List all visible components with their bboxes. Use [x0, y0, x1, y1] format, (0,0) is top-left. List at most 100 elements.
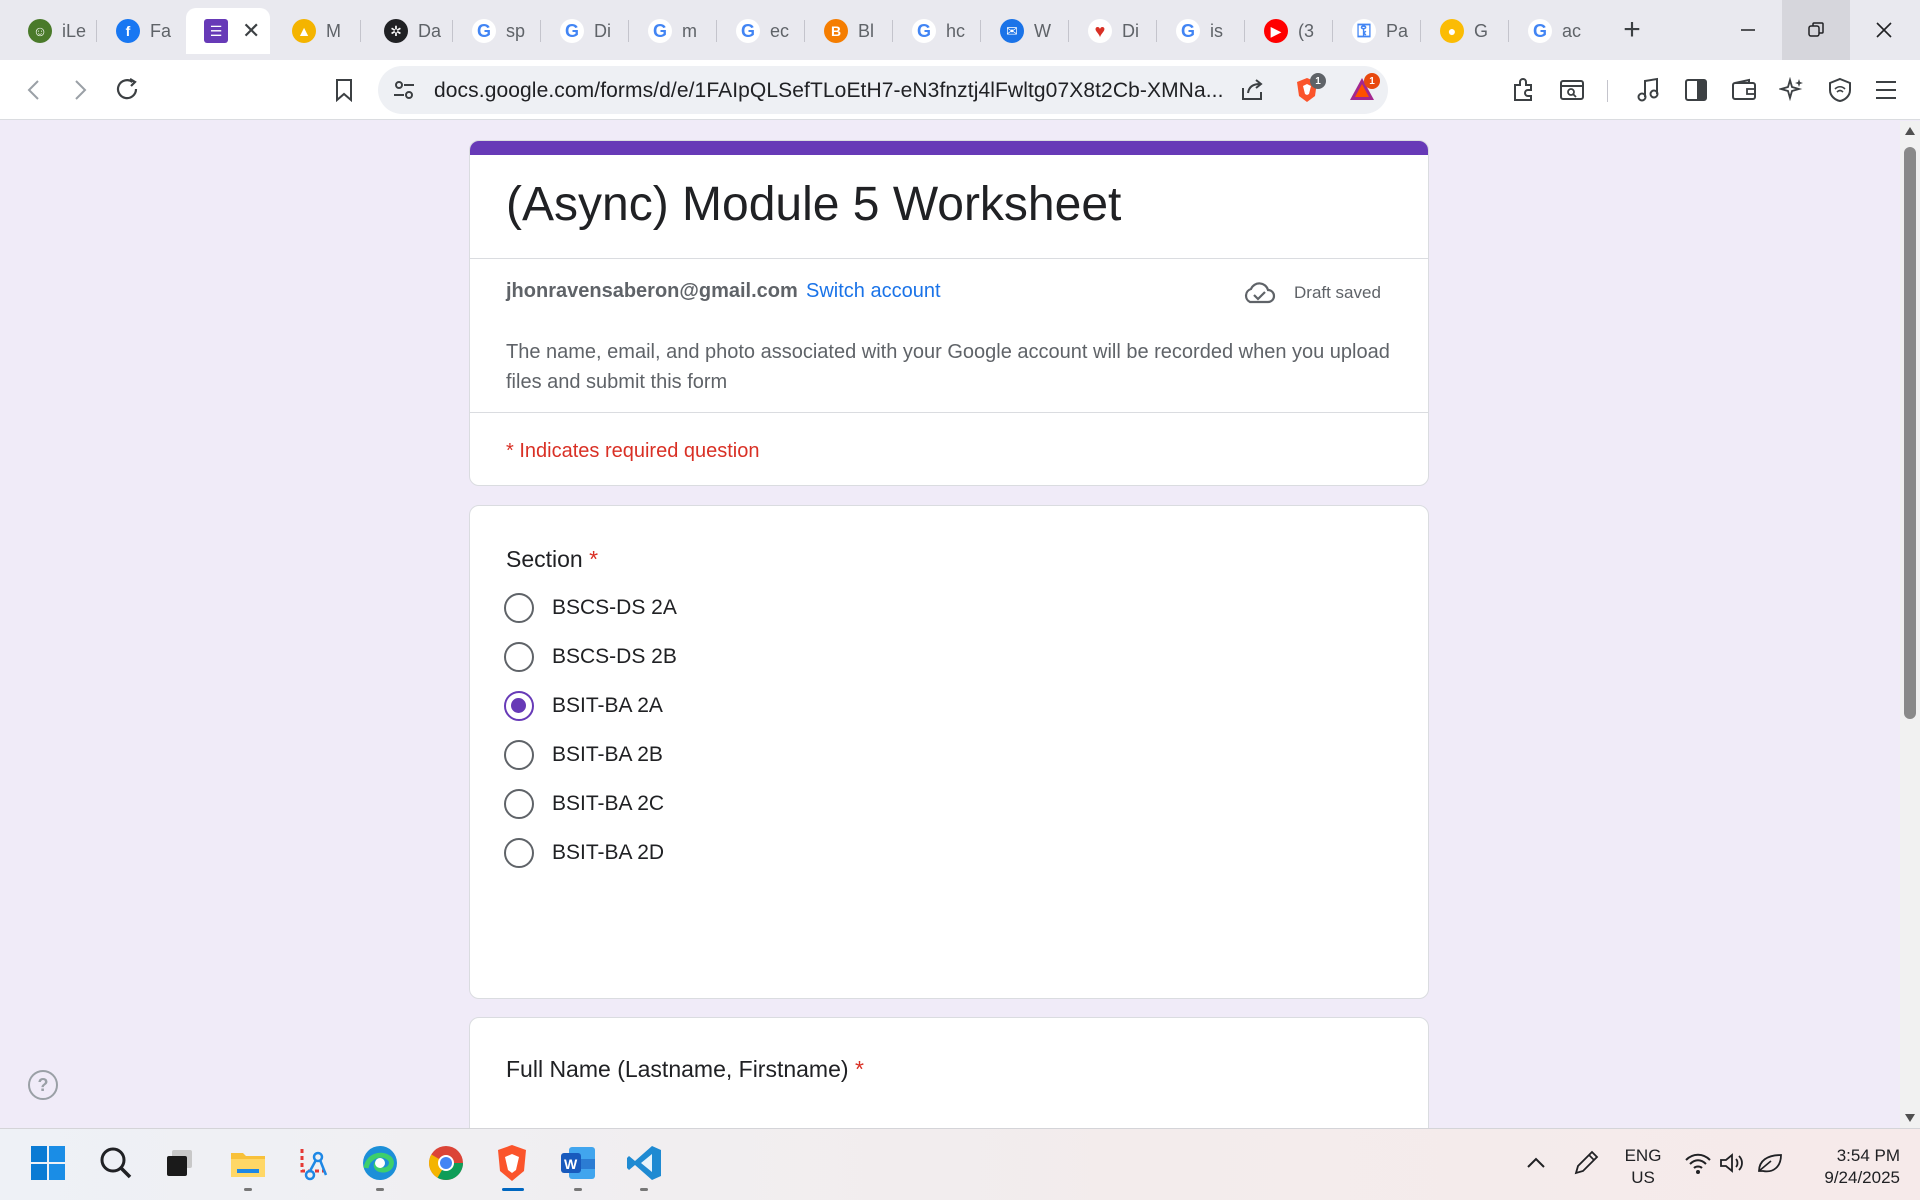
tab-title: Fa — [150, 20, 172, 41]
browser-tab[interactable]: ▶ (3 — [1246, 8, 1328, 54]
help-button[interactable]: ? — [28, 1070, 58, 1100]
pen-menu-button[interactable] — [1564, 1141, 1608, 1185]
browser-tab[interactable]: ▲ M — [274, 8, 356, 54]
tab-title: hc — [946, 20, 966, 41]
google-icon: G — [1176, 19, 1200, 43]
switch-account-link[interactable]: Switch account — [806, 280, 941, 303]
music-note-icon — [1637, 77, 1659, 102]
snipping-tool-button[interactable] — [292, 1141, 336, 1185]
scroll-up-arrow-icon[interactable] — [1905, 127, 1915, 135]
radio-button[interactable] — [504, 789, 534, 819]
radio-button[interactable] — [504, 740, 534, 770]
file-explorer-button[interactable] — [226, 1141, 270, 1191]
browser-tab[interactable]: ☰ ✕ — [186, 8, 270, 54]
system-clock[interactable]: 3:54 PM 9/24/2025 — [1790, 1145, 1900, 1189]
back-button[interactable] — [16, 72, 52, 108]
browser-tab[interactable]: Gec — [718, 8, 800, 54]
browser-tab[interactable]: G Di — [542, 8, 624, 54]
close-window-button[interactable] — [1850, 0, 1918, 60]
active-indicator — [502, 1188, 524, 1191]
share-icon[interactable] — [1240, 78, 1266, 107]
input-language-indicator[interactable]: ENG US — [1618, 1145, 1668, 1189]
browser-tab[interactable]: ♥ Di — [1070, 8, 1152, 54]
browser-tab[interactable]: Gac — [1510, 8, 1592, 54]
radio-button-checked[interactable] — [504, 691, 534, 721]
radio-option[interactable]: BSIT-BA 2C — [504, 784, 664, 824]
radio-option[interactable]: BSIT-BA 2B — [504, 735, 663, 775]
word-button[interactable]: W — [556, 1141, 600, 1191]
browser-tab[interactable]: ☺ iLe — [10, 8, 92, 54]
browser-tab[interactable]: Ghc — [894, 8, 976, 54]
reload-button[interactable] — [110, 72, 146, 108]
search-button[interactable] — [94, 1141, 138, 1185]
brave-browser-button[interactable] — [490, 1141, 534, 1191]
browser-tab[interactable]: Gm — [630, 8, 712, 54]
vpn-button[interactable] — [1822, 72, 1858, 108]
tab-separator — [540, 20, 541, 42]
radio-button[interactable] — [504, 838, 534, 868]
browser-tab[interactable]: Gsp — [454, 8, 536, 54]
scroll-thumb[interactable] — [1904, 147, 1916, 719]
extensions-button[interactable] — [1506, 72, 1542, 108]
address-bar[interactable]: docs.google.com/forms/d/e/1FAIpQLSefTLoE… — [378, 66, 1388, 114]
close-tab-icon[interactable]: ✕ — [242, 20, 260, 42]
brave-rewards-icon[interactable]: 1 — [1348, 73, 1380, 107]
tab-separator — [804, 20, 805, 42]
pen-icon — [1574, 1150, 1599, 1175]
tab-search-icon — [1560, 80, 1584, 100]
browser-tab[interactable]: ⚿ Pa — [1334, 8, 1416, 54]
browser-tab[interactable]: f Fa — [98, 8, 180, 54]
browser-tab[interactable]: B Bl — [806, 8, 888, 54]
radio-option[interactable]: BSCS-DS 2A — [504, 588, 677, 628]
tab-title: ec — [770, 20, 790, 41]
radio-button[interactable] — [504, 642, 534, 672]
tab-title: iLe — [62, 20, 86, 41]
chat-icon: ✉ — [1000, 19, 1024, 43]
hamburger-menu-icon — [1876, 81, 1896, 99]
running-indicator — [244, 1188, 252, 1191]
browser-tab[interactable]: ✲ Da — [366, 8, 448, 54]
task-view-button[interactable] — [158, 1141, 202, 1185]
edge-button[interactable] — [358, 1141, 402, 1191]
radio-option[interactable]: BSIT-BA 2A — [504, 686, 663, 726]
main-menu-button[interactable] — [1868, 72, 1904, 108]
leo-ai-button[interactable] — [1774, 72, 1810, 108]
forward-button[interactable] — [62, 72, 98, 108]
shields-badge: 1 — [1310, 73, 1326, 89]
new-tab-button[interactable]: + — [1616, 10, 1648, 50]
wallet-button[interactable] — [1726, 72, 1762, 108]
tab-title: W — [1034, 20, 1051, 41]
draft-status-text: Draft saved — [1294, 283, 1381, 302]
restore-icon — [1808, 22, 1824, 37]
site-settings-icon[interactable] — [392, 78, 416, 107]
start-button[interactable] — [26, 1141, 70, 1185]
tab-search-button[interactable] — [1554, 72, 1590, 108]
url-text[interactable]: docs.google.com/forms/d/e/1FAIpQLSefTLoE… — [434, 79, 1224, 103]
media-button[interactable] — [1630, 72, 1666, 108]
radio-button[interactable] — [504, 593, 534, 623]
bookmark-button[interactable] — [326, 72, 362, 108]
scrollbar[interactable] — [1900, 121, 1920, 1128]
browser-tab[interactable]: ● G — [1422, 8, 1504, 54]
sidebar-button[interactable] — [1678, 72, 1714, 108]
form-header-card: (Async) Module 5 Worksheet jhonravensabe… — [469, 140, 1429, 486]
header-accent-bar — [470, 141, 1428, 155]
browser-tab[interactable]: Gis — [1158, 8, 1240, 54]
browser-tab[interactable]: ✉ W — [982, 8, 1064, 54]
folder-icon — [231, 1153, 265, 1177]
restore-button[interactable] — [1782, 0, 1850, 60]
brave-shields-icon[interactable]: 1 — [1294, 73, 1326, 109]
vscode-button[interactable] — [622, 1141, 666, 1191]
radio-option[interactable]: BSCS-DS 2B — [504, 637, 677, 677]
radio-option[interactable]: BSIT-BA 2D — [504, 833, 664, 873]
heart-icon: ♥ — [1088, 19, 1112, 43]
chrome-button[interactable] — [424, 1141, 468, 1185]
minimize-button[interactable] — [1714, 0, 1782, 60]
show-hidden-icons-button[interactable] — [1514, 1141, 1558, 1185]
scroll-down-arrow-icon[interactable] — [1905, 1114, 1915, 1122]
language-code: ENG — [1624, 1146, 1662, 1165]
radio-option-label: BSIT-BA 2D — [552, 841, 665, 864]
battery-status[interactable] — [1748, 1141, 1792, 1185]
radio-option-label: BSIT-BA 2B — [552, 743, 663, 766]
chrome-icon — [429, 1146, 463, 1180]
